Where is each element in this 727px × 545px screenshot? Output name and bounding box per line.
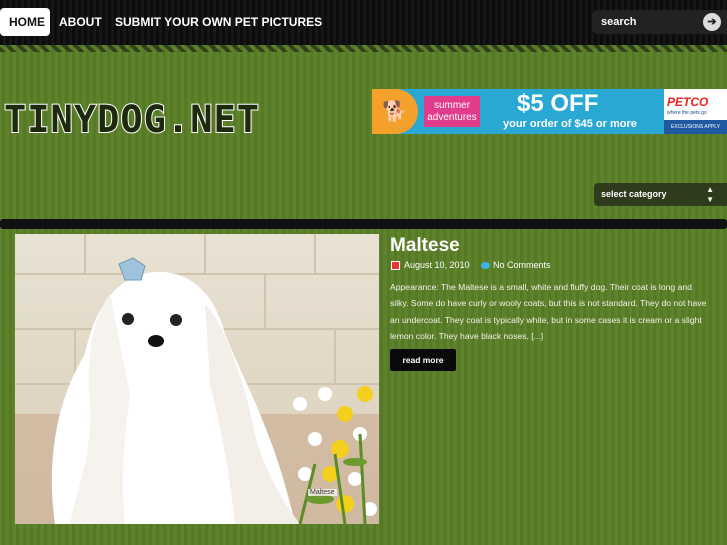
petco-banner-ad[interactable]: 🐕 summer adventures $5 OFF your order of… <box>372 89 727 134</box>
read-more-button[interactable]: read more <box>390 349 456 371</box>
content-divider <box>0 219 727 229</box>
search-input[interactable] <box>592 10 692 34</box>
category-select-value: select category <box>601 189 667 199</box>
post-featured-image[interactable]: Maltese <box>15 234 379 524</box>
search-submit-button[interactable]: ➔ <box>703 13 721 31</box>
select-arrows-icon: ▲ ▼ <box>706 185 714 204</box>
nav-home[interactable]: HOME <box>0 8 50 36</box>
calendar-icon <box>391 261 400 270</box>
topbar-edge <box>0 45 727 52</box>
arrow-right-icon: ➔ <box>707 16 717 28</box>
image-caption: Maltese <box>308 489 337 496</box>
post-title[interactable]: Maltese <box>390 235 460 257</box>
ad-subline: your order of $45 or more <box>503 118 637 130</box>
ad-note: EXCLUSIONS APPLY <box>664 120 727 134</box>
post-date: August 10, 2010 <box>404 260 470 270</box>
nav-submit-pictures[interactable]: SUBMIT YOUR OWN PET PICTURES <box>106 8 331 36</box>
maltese-dog-image <box>15 234 379 524</box>
ad-brand: PETCO <box>667 95 709 109</box>
category-select[interactable]: select category ▲ ▼ <box>594 183 727 206</box>
dog-silhouette-icon: 🐕 <box>382 101 407 123</box>
post-comments-link[interactable]: No Comments <box>493 260 551 270</box>
comment-icon <box>481 262 490 269</box>
ad-summer-label: summer adventures <box>424 96 480 127</box>
site-logo[interactable]: TINYDOG.NET <box>3 97 260 142</box>
post-excerpt: Appearance: The Maltese is a small, whit… <box>390 282 707 341</box>
ad-brand-box: PETCO where the pets go EXCLUSIONS APPLY <box>664 89 727 134</box>
ad-tagline: where the pets go <box>667 110 707 116</box>
nav-about[interactable]: ABOUT <box>50 8 111 36</box>
ad-headline: $5 OFF <box>517 90 599 117</box>
